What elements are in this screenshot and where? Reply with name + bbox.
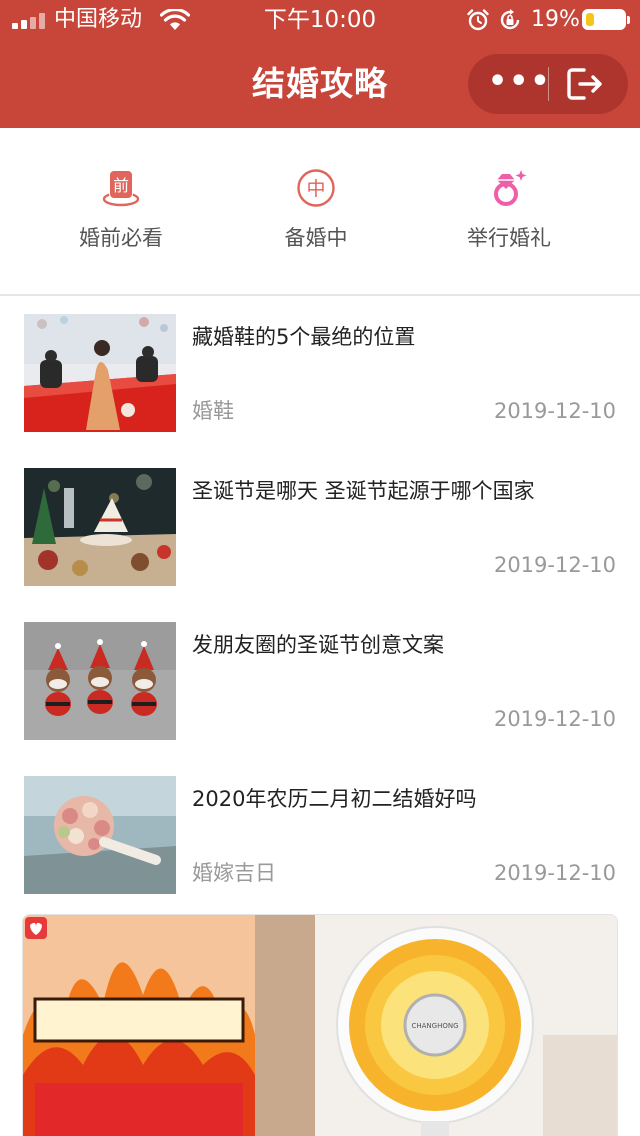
- article-thumbnail-christmas-table: [24, 468, 176, 586]
- preparing-icon-text: 中: [306, 178, 325, 200]
- ad-banner[interactable]: CHANGHONG: [22, 914, 618, 1136]
- ad-image: CHANGHONG: [23, 915, 617, 1136]
- article-title: 发朋友圈的圣诞节创意文案: [192, 633, 444, 657]
- category-ceremony[interactable]: 举行婚礼: [409, 168, 609, 268]
- exit-icon[interactable]: [566, 66, 606, 102]
- rotation-lock-icon: [500, 9, 520, 30]
- status-bar: 中国移动 下午10:00 19%: [0, 0, 640, 40]
- alarm-clock-icon: [467, 9, 489, 31]
- miniprogram-capsule: •••: [468, 54, 628, 114]
- category-label: 备婚中: [284, 226, 348, 250]
- category-bar: 前 婚前必看 中 备婚中 举行婚礼: [0, 128, 640, 296]
- article-date: 2019-12-10: [493, 553, 616, 577]
- category-label: 婚前必看: [79, 226, 163, 250]
- pre-wedding-icon-text: 前: [113, 176, 129, 195]
- svg-text:CHANGHONG: CHANGHONG: [411, 1022, 458, 1030]
- article-title: 2020年农历二月初二结婚好吗: [192, 787, 477, 811]
- capsule-divider: [548, 67, 549, 101]
- article-item[interactable]: 圣诞节是哪天 圣诞节起源于哪个国家 2019-12-10: [24, 468, 616, 586]
- article-item[interactable]: 2020年农历二月初二结婚好吗 婚嫁吉日 2019-12-10: [24, 776, 616, 894]
- article-title: 圣诞节是哪天 圣诞节起源于哪个国家: [192, 479, 535, 503]
- article-thumbnail-christmas-dolls: [24, 622, 176, 740]
- more-dots-icon[interactable]: •••: [488, 67, 550, 100]
- article-tag: 婚嫁吉日: [192, 861, 276, 885]
- battery-percent: 19%: [531, 7, 580, 32]
- top-bar: 中国移动 下午10:00 19% 结婚攻略 •••: [0, 0, 640, 128]
- article-date: 2019-12-10: [493, 707, 616, 731]
- ring-icon: [494, 170, 527, 206]
- battery-icon: [582, 9, 630, 30]
- pre-wedding-icon: 前: [102, 170, 140, 207]
- category-preparing[interactable]: 中 备婚中: [216, 168, 416, 268]
- article-tag: 婚鞋: [192, 399, 234, 423]
- article-date: 2019-12-10: [493, 399, 616, 423]
- article-thumbnail-bouquet: [24, 776, 176, 894]
- article-title: 藏婚鞋的5个最绝的位置: [192, 325, 416, 349]
- article-thumbnail-wedding-shoes: [24, 314, 176, 432]
- article-item[interactable]: 发朋友圈的圣诞节创意文案 2019-12-10: [24, 622, 616, 740]
- category-label: 举行婚礼: [467, 226, 551, 250]
- category-pre-wedding[interactable]: 前 婚前必看: [21, 168, 221, 268]
- article-item[interactable]: 藏婚鞋的5个最绝的位置 婚鞋 2019-12-10: [24, 314, 616, 432]
- preparing-icon: 中: [297, 169, 335, 207]
- article-date: 2019-12-10: [493, 861, 616, 885]
